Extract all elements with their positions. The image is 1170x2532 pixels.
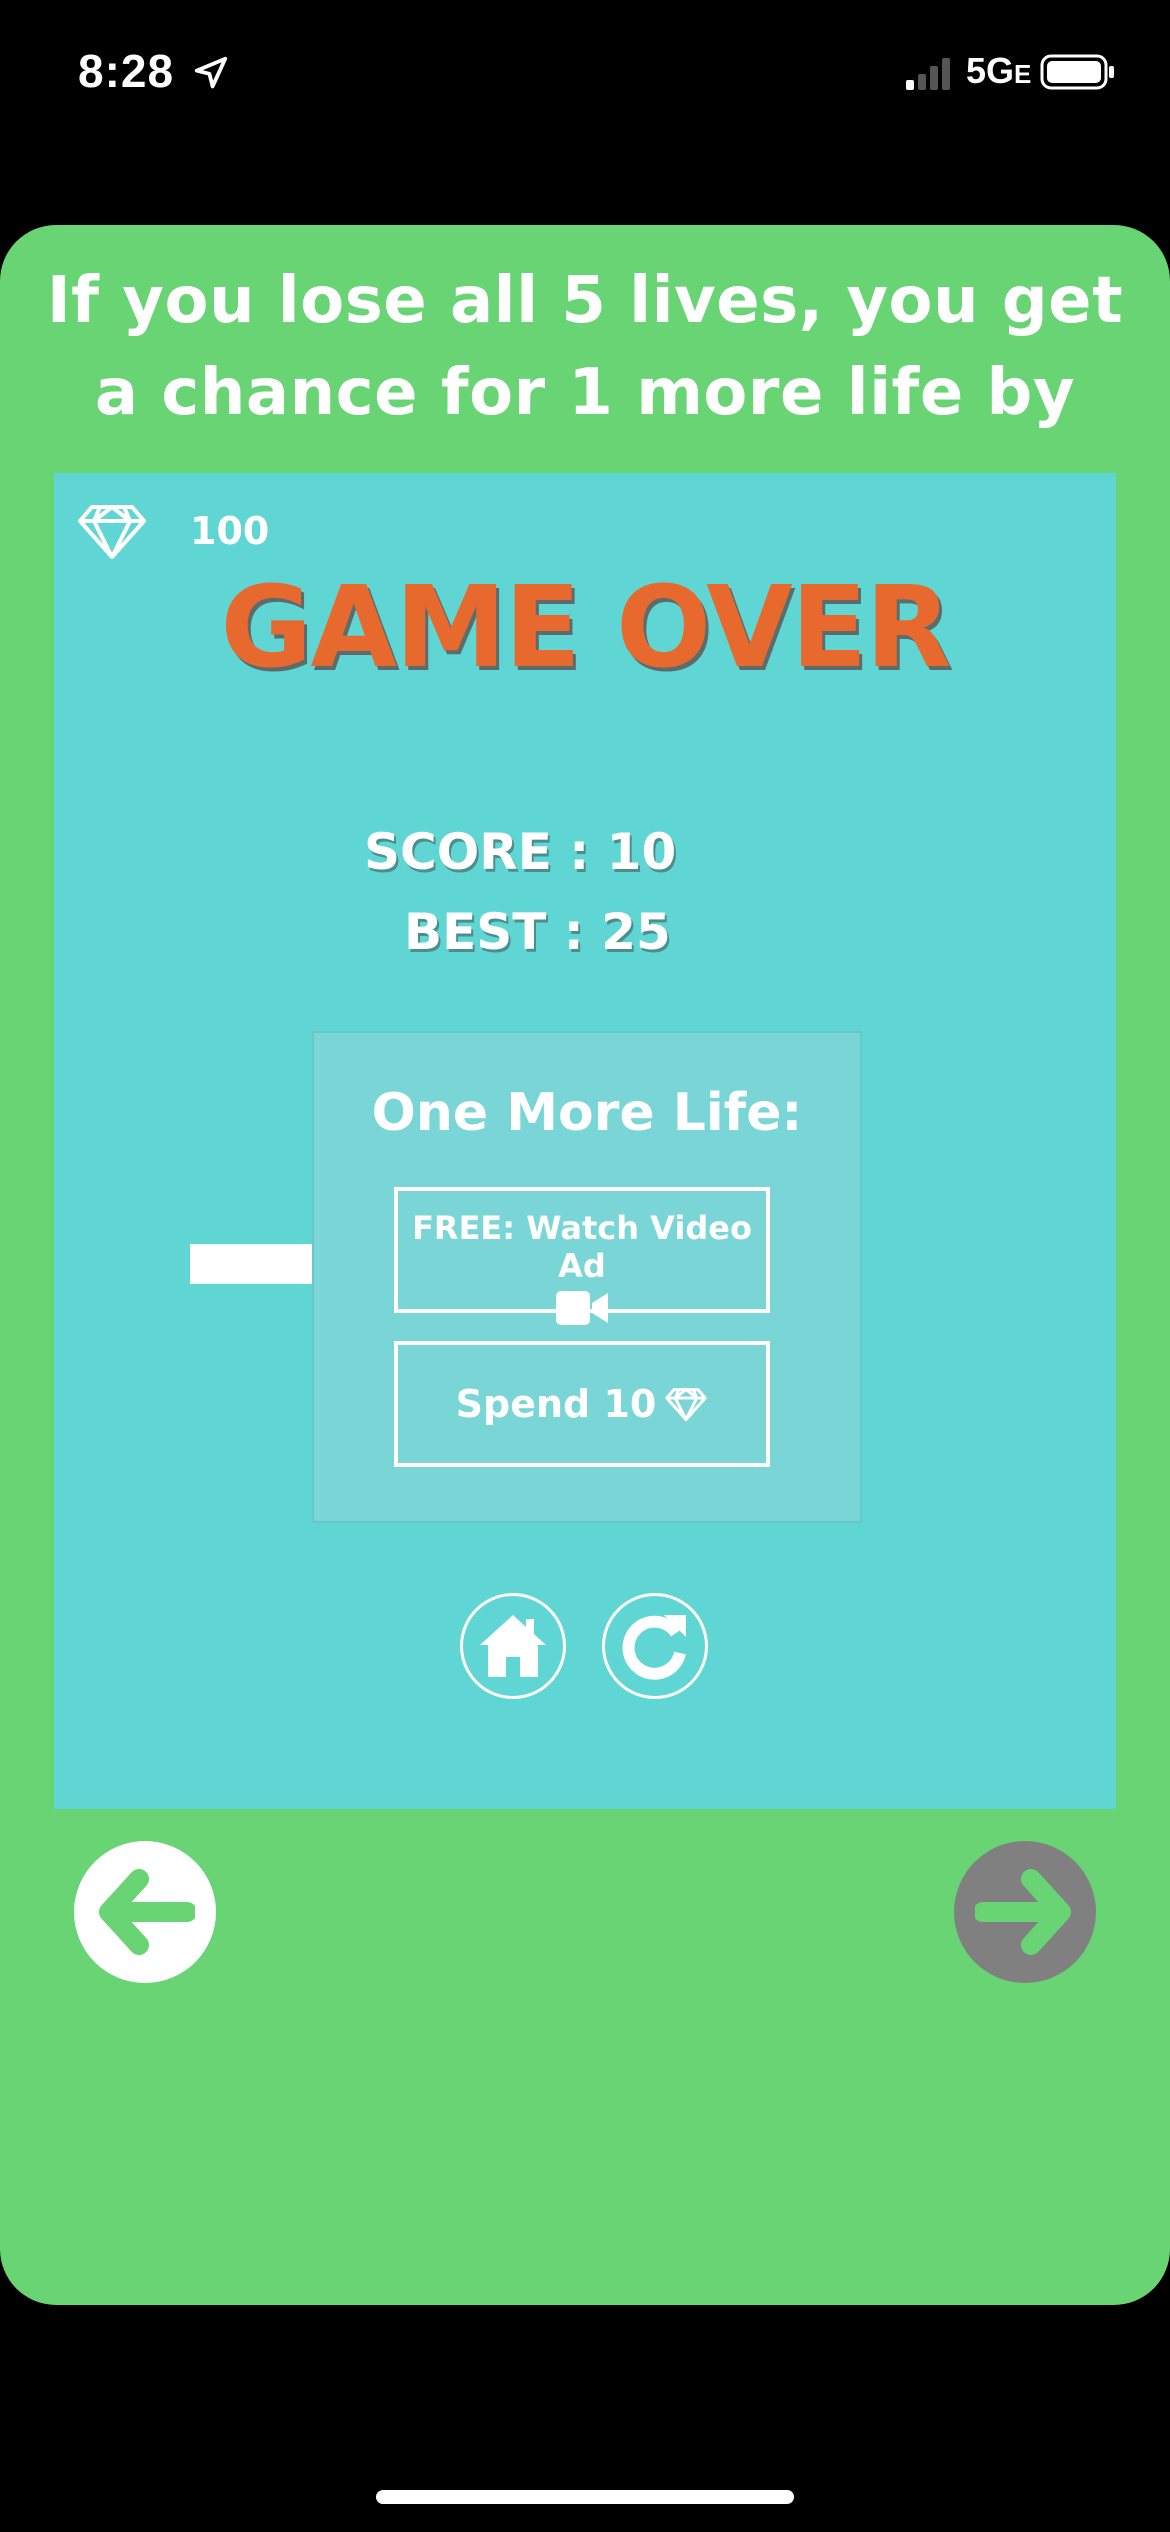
status-bar: 8:28 5GE: [0, 0, 1170, 150]
one-more-life-title: One More Life:: [371, 1083, 803, 1143]
location-icon: [192, 54, 230, 96]
next-button[interactable]: [954, 1841, 1096, 1983]
gem-count: 100: [190, 509, 270, 553]
diamond-icon: [665, 1388, 708, 1422]
back-button[interactable]: [74, 1841, 216, 1983]
replay-button[interactable]: [602, 1593, 708, 1699]
home-button[interactable]: [460, 1593, 566, 1699]
status-time: 8:28: [78, 45, 175, 97]
home-indicator[interactable]: [376, 2490, 794, 2504]
replay-icon: [622, 1615, 686, 1680]
watch-video-ad-label: FREE: Watch Video Ad: [412, 1209, 752, 1285]
signal-icon: [906, 56, 956, 96]
tutorial-text: If you lose all 5 lives, you get a chanc…: [46, 264, 1124, 430]
best-score-text: BEST : 25: [404, 903, 671, 961]
diamond-icon: [78, 505, 146, 559]
home-icon: [480, 1615, 546, 1677]
video-camera-icon: [556, 1291, 608, 1325]
tutorial-card: If you lose all 5 lives, you get a chanc…: [0, 225, 1170, 2305]
spend-gems-button[interactable]: Spend 10: [394, 1341, 770, 1467]
game-over-screenshot: 100 GAME OVER SCORE : 10 BEST : 25 One M…: [54, 473, 1116, 1809]
network-type: 5G: [966, 50, 1015, 91]
arrow-left-icon: [99, 1869, 195, 1955]
arrow-right-icon: [975, 1869, 1071, 1955]
network-indicator: 5GE: [966, 50, 1031, 92]
spend-gems-label: Spend 10: [455, 1382, 657, 1426]
one-more-life-panel: One More Life: FREE: Watch Video Ad Spen…: [312, 1031, 862, 1523]
network-suffix: E: [1014, 59, 1032, 89]
game-over-title: GAME OVER: [220, 563, 951, 693]
watch-video-ad-button[interactable]: FREE: Watch Video Ad: [394, 1187, 770, 1325]
score-text: SCORE : 10: [364, 823, 677, 881]
battery-icon: [1040, 54, 1116, 96]
